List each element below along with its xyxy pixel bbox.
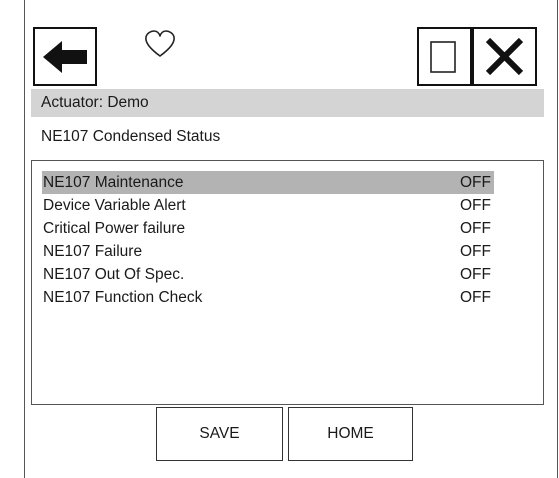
list-item-ne107-out-of-spec[interactable]: NE107 Out Of Spec. OFF [42,263,494,286]
back-arrow-icon [43,41,87,73]
page-subtitle: NE107 Condensed Status [41,128,221,145]
list-item-value: OFF [460,266,491,283]
list-item-label: NE107 Maintenance [43,174,184,191]
list-item-label: Device Variable Alert [43,197,186,214]
list-item-device-variable-alert[interactable]: Device Variable Alert OFF [42,194,494,217]
status-list: NE107 Maintenance OFF Device Variable Al… [31,160,544,405]
list-item-ne107-function-check[interactable]: NE107 Function Check OFF [42,286,494,309]
list-item-value: OFF [460,197,491,214]
list-item-ne107-failure[interactable]: NE107 Failure OFF [42,240,494,263]
home-button[interactable]: HOME [288,407,413,461]
list-item-label: NE107 Out Of Spec. [43,266,185,283]
close-button[interactable] [472,27,537,86]
actuator-title: Actuator: Demo [41,94,149,111]
list-item-label: Critical Power failure [43,220,186,237]
close-x-icon [485,37,524,76]
list-item-critical-power-failure[interactable]: Critical Power failure OFF [42,217,494,240]
save-button[interactable]: SAVE [156,407,283,461]
heart-icon[interactable] [143,29,177,59]
blank-rectangle-icon [430,41,456,73]
list-item-value: OFF [460,174,491,191]
list-item-label: NE107 Failure [43,243,143,260]
list-item-value: OFF [460,243,491,260]
list-item-ne107-maintenance[interactable]: NE107 Maintenance OFF [42,171,494,194]
list-item-value: OFF [460,289,491,306]
list-item-value: OFF [460,220,491,237]
actuator-header-bar: Actuator: Demo [31,89,544,117]
list-item-label: NE107 Function Check [43,289,203,306]
blank-button[interactable] [417,27,472,86]
back-button[interactable] [33,27,97,86]
